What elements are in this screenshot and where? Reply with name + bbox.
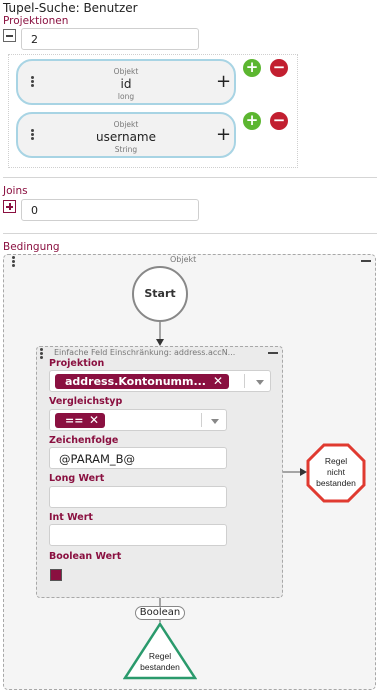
long-wert-input[interactable] [49,486,227,508]
chevron-down-icon[interactable] [256,380,264,385]
int-wert-input[interactable] [49,524,227,546]
int-wert-label: Int Wert [49,512,93,523]
x-icon[interactable]: ✕ [89,413,99,427]
x-icon[interactable]: ✕ [213,374,223,388]
vergleichstyp-select[interactable]: == ✕ [49,409,227,431]
collapse-minus-icon[interactable] [268,352,278,354]
start-node[interactable]: Start [132,266,188,322]
vergleichstyp-label: Vergleichstyp [49,396,123,407]
fail-label-line: bestanden [316,478,356,488]
fail-label-line: Regel [325,456,347,466]
projektion-select[interactable]: address.Kontonumm... ✕ [49,370,271,392]
pass-label-line: Regel [149,651,171,661]
long-wert-label: Long Wert [49,473,105,484]
selected-chip: address.Kontonumm... ✕ [55,374,229,389]
rule-failed-node[interactable]: Regel nicht bestanden [306,443,366,503]
drag-handle-icon[interactable] [40,348,43,359]
rule-passed-node[interactable]: Regel bestanden [123,622,197,680]
selected-chip: == ✕ [55,413,105,428]
projektion-label: Projektion [49,358,105,369]
chevron-down-icon[interactable] [211,419,219,424]
pass-label-line: bestanden [140,662,180,672]
boolean-edge-label: Boolean [135,606,185,620]
chip-label: address.Kontonumm... [65,375,206,388]
fail-label-line: nicht [327,467,346,477]
start-label: Start [144,287,176,300]
arrowhead-icon [156,339,164,346]
constraint-title: Einfache Feld Einschränkung: address.acc… [54,348,236,357]
zeichenfolge-label: Zeichenfolge [49,435,119,446]
chip-label: == [65,414,84,427]
boolean-wert-checkbox[interactable] [50,569,62,581]
boolean-wert-label: Boolean Wert [49,551,122,562]
zeichenfolge-input[interactable]: @PARAM_B@ [49,447,227,469]
